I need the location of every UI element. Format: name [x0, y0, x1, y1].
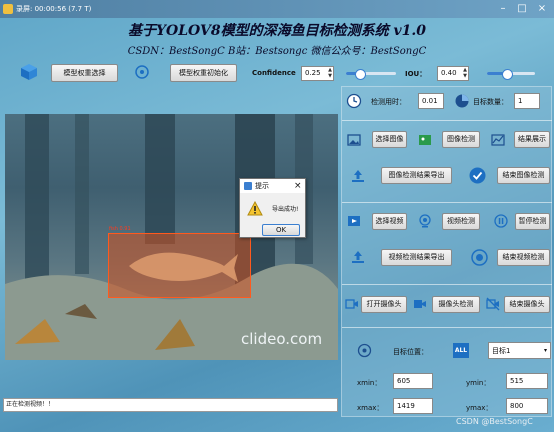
target-location-label: 目标位置：: [393, 348, 428, 356]
result-show-button[interactable]: 结果展示: [514, 131, 550, 148]
camera-icon: [345, 299, 358, 309]
window-titlebar: 录屏: 00:00:56 (7.7 T) – □ ×: [0, 0, 554, 18]
image-detect-icon: [419, 135, 431, 145]
app-subtitle: CSDN：BestSongC B站：Bestsongc 微信公众号：BestSo…: [127, 46, 427, 57]
video-icon: [348, 216, 360, 226]
dialog-message: 导出成功!: [272, 206, 299, 213]
fish-shape: [129, 252, 238, 282]
crosshair-icon: [357, 343, 372, 358]
iou-spinbox[interactable]: 0.40 ▲ ▼: [437, 66, 469, 81]
detection-box: fish 0.91: [108, 226, 251, 298]
target-count-label: 目标数量：: [473, 98, 508, 106]
detection-label: fish 0.91: [109, 226, 131, 232]
iou-slider[interactable]: [487, 69, 535, 80]
window-title: 录屏: 00:00:56 (7.7 T): [16, 5, 92, 13]
confidence-slider[interactable]: [346, 69, 396, 80]
video-watermark: clideo.com: [241, 330, 323, 348]
xmin-label: xmin：: [357, 379, 382, 387]
pause-detect-button[interactable]: 暂停检测: [515, 213, 550, 230]
app-icon: [3, 4, 13, 14]
select-weight-button[interactable]: 模型权重选择: [51, 64, 118, 82]
clock-icon: [346, 93, 362, 109]
ymax-label: ymax：: [466, 404, 493, 412]
chevron-down-icon: ▾: [543, 347, 547, 354]
webcam-icon: [419, 214, 431, 228]
dialog-close-button[interactable]: ×: [294, 179, 302, 193]
camera-detect-button[interactable]: 摄像头检测: [432, 296, 480, 313]
video-detect-button[interactable]: 视频检测: [442, 213, 480, 230]
all-badge: ALL: [453, 343, 469, 358]
cube-icon: [21, 64, 37, 80]
check-icon: [469, 167, 486, 184]
iou-value: 0.40: [441, 69, 457, 77]
image-icon: [347, 134, 361, 146]
open-camera-button[interactable]: 打开摄像头: [361, 296, 407, 313]
divider: [342, 284, 552, 285]
iou-label: IOU：: [405, 70, 427, 78]
end-image-detect-button[interactable]: 结束图像检测: [497, 167, 550, 184]
confidence-label: Confidence: [252, 69, 296, 77]
result-chart-icon: [491, 134, 505, 146]
dialog-header: 提示 ×: [240, 179, 305, 193]
divider: [342, 327, 552, 328]
camera-detect-icon: [414, 300, 426, 308]
target-count-value: 1: [514, 93, 540, 109]
app-title: 基于YOLOV8模型的深海鱼目标检测系统 v1.0: [128, 23, 426, 39]
video-export-button[interactable]: 视频检测结果导出: [381, 249, 452, 266]
image-detect-button[interactable]: 图像检测: [442, 131, 480, 148]
warning-icon: [247, 201, 263, 216]
target-select-value: 目标1: [492, 347, 511, 355]
ymin-label: ymin：: [466, 379, 491, 387]
init-weight-button[interactable]: 模型权重初始化: [170, 64, 237, 82]
target-select[interactable]: 目标1 ▾: [488, 342, 551, 359]
status-bar: 正在检测视频！！: [3, 398, 338, 412]
confidence-spinbox[interactable]: 0.25 ▲ ▼: [301, 66, 334, 81]
upload-icon: [352, 170, 364, 182]
target-icon: [135, 65, 149, 79]
info-dialog: 提示 × 导出成功! OK: [239, 178, 306, 238]
xmin-field: 605: [393, 373, 433, 389]
camera-off-icon: [486, 297, 500, 311]
pie-chart-icon: [455, 94, 469, 108]
iou-slider-handle[interactable]: [502, 69, 513, 80]
dialog-app-icon: [244, 182, 252, 190]
divider: [342, 120, 552, 121]
dialog-title: 提示: [255, 182, 269, 190]
select-video-button[interactable]: 选择视频: [372, 213, 407, 230]
upload-icon: [352, 251, 364, 263]
end-video-detect-button[interactable]: 结束视频检测: [497, 249, 550, 266]
stop-icon: [471, 249, 488, 266]
ymax-field: 800: [506, 398, 548, 414]
image-export-button[interactable]: 图像检测结果导出: [381, 167, 452, 184]
detect-time-value: 0.01: [418, 93, 444, 109]
maximize-icon[interactable]: □: [515, 2, 529, 16]
detect-time-label: 检测用时：: [371, 98, 406, 106]
divider: [342, 202, 552, 203]
end-camera-button[interactable]: 结束摄像头: [504, 296, 550, 313]
ymin-field: 515: [506, 373, 548, 389]
dialog-ok-button[interactable]: OK: [262, 224, 300, 236]
pause-icon: [494, 214, 508, 228]
confidence-slider-handle[interactable]: [355, 69, 366, 80]
close-icon[interactable]: ×: [535, 2, 549, 16]
select-image-button[interactable]: 选择图像: [372, 131, 407, 148]
csdn-watermark: CSDN @BestSongC: [456, 417, 533, 426]
xmax-label: xmax：: [357, 404, 384, 412]
xmax-field: 1419: [393, 398, 433, 414]
confidence-value: 0.25: [305, 69, 321, 77]
minimize-icon[interactable]: –: [496, 2, 510, 16]
